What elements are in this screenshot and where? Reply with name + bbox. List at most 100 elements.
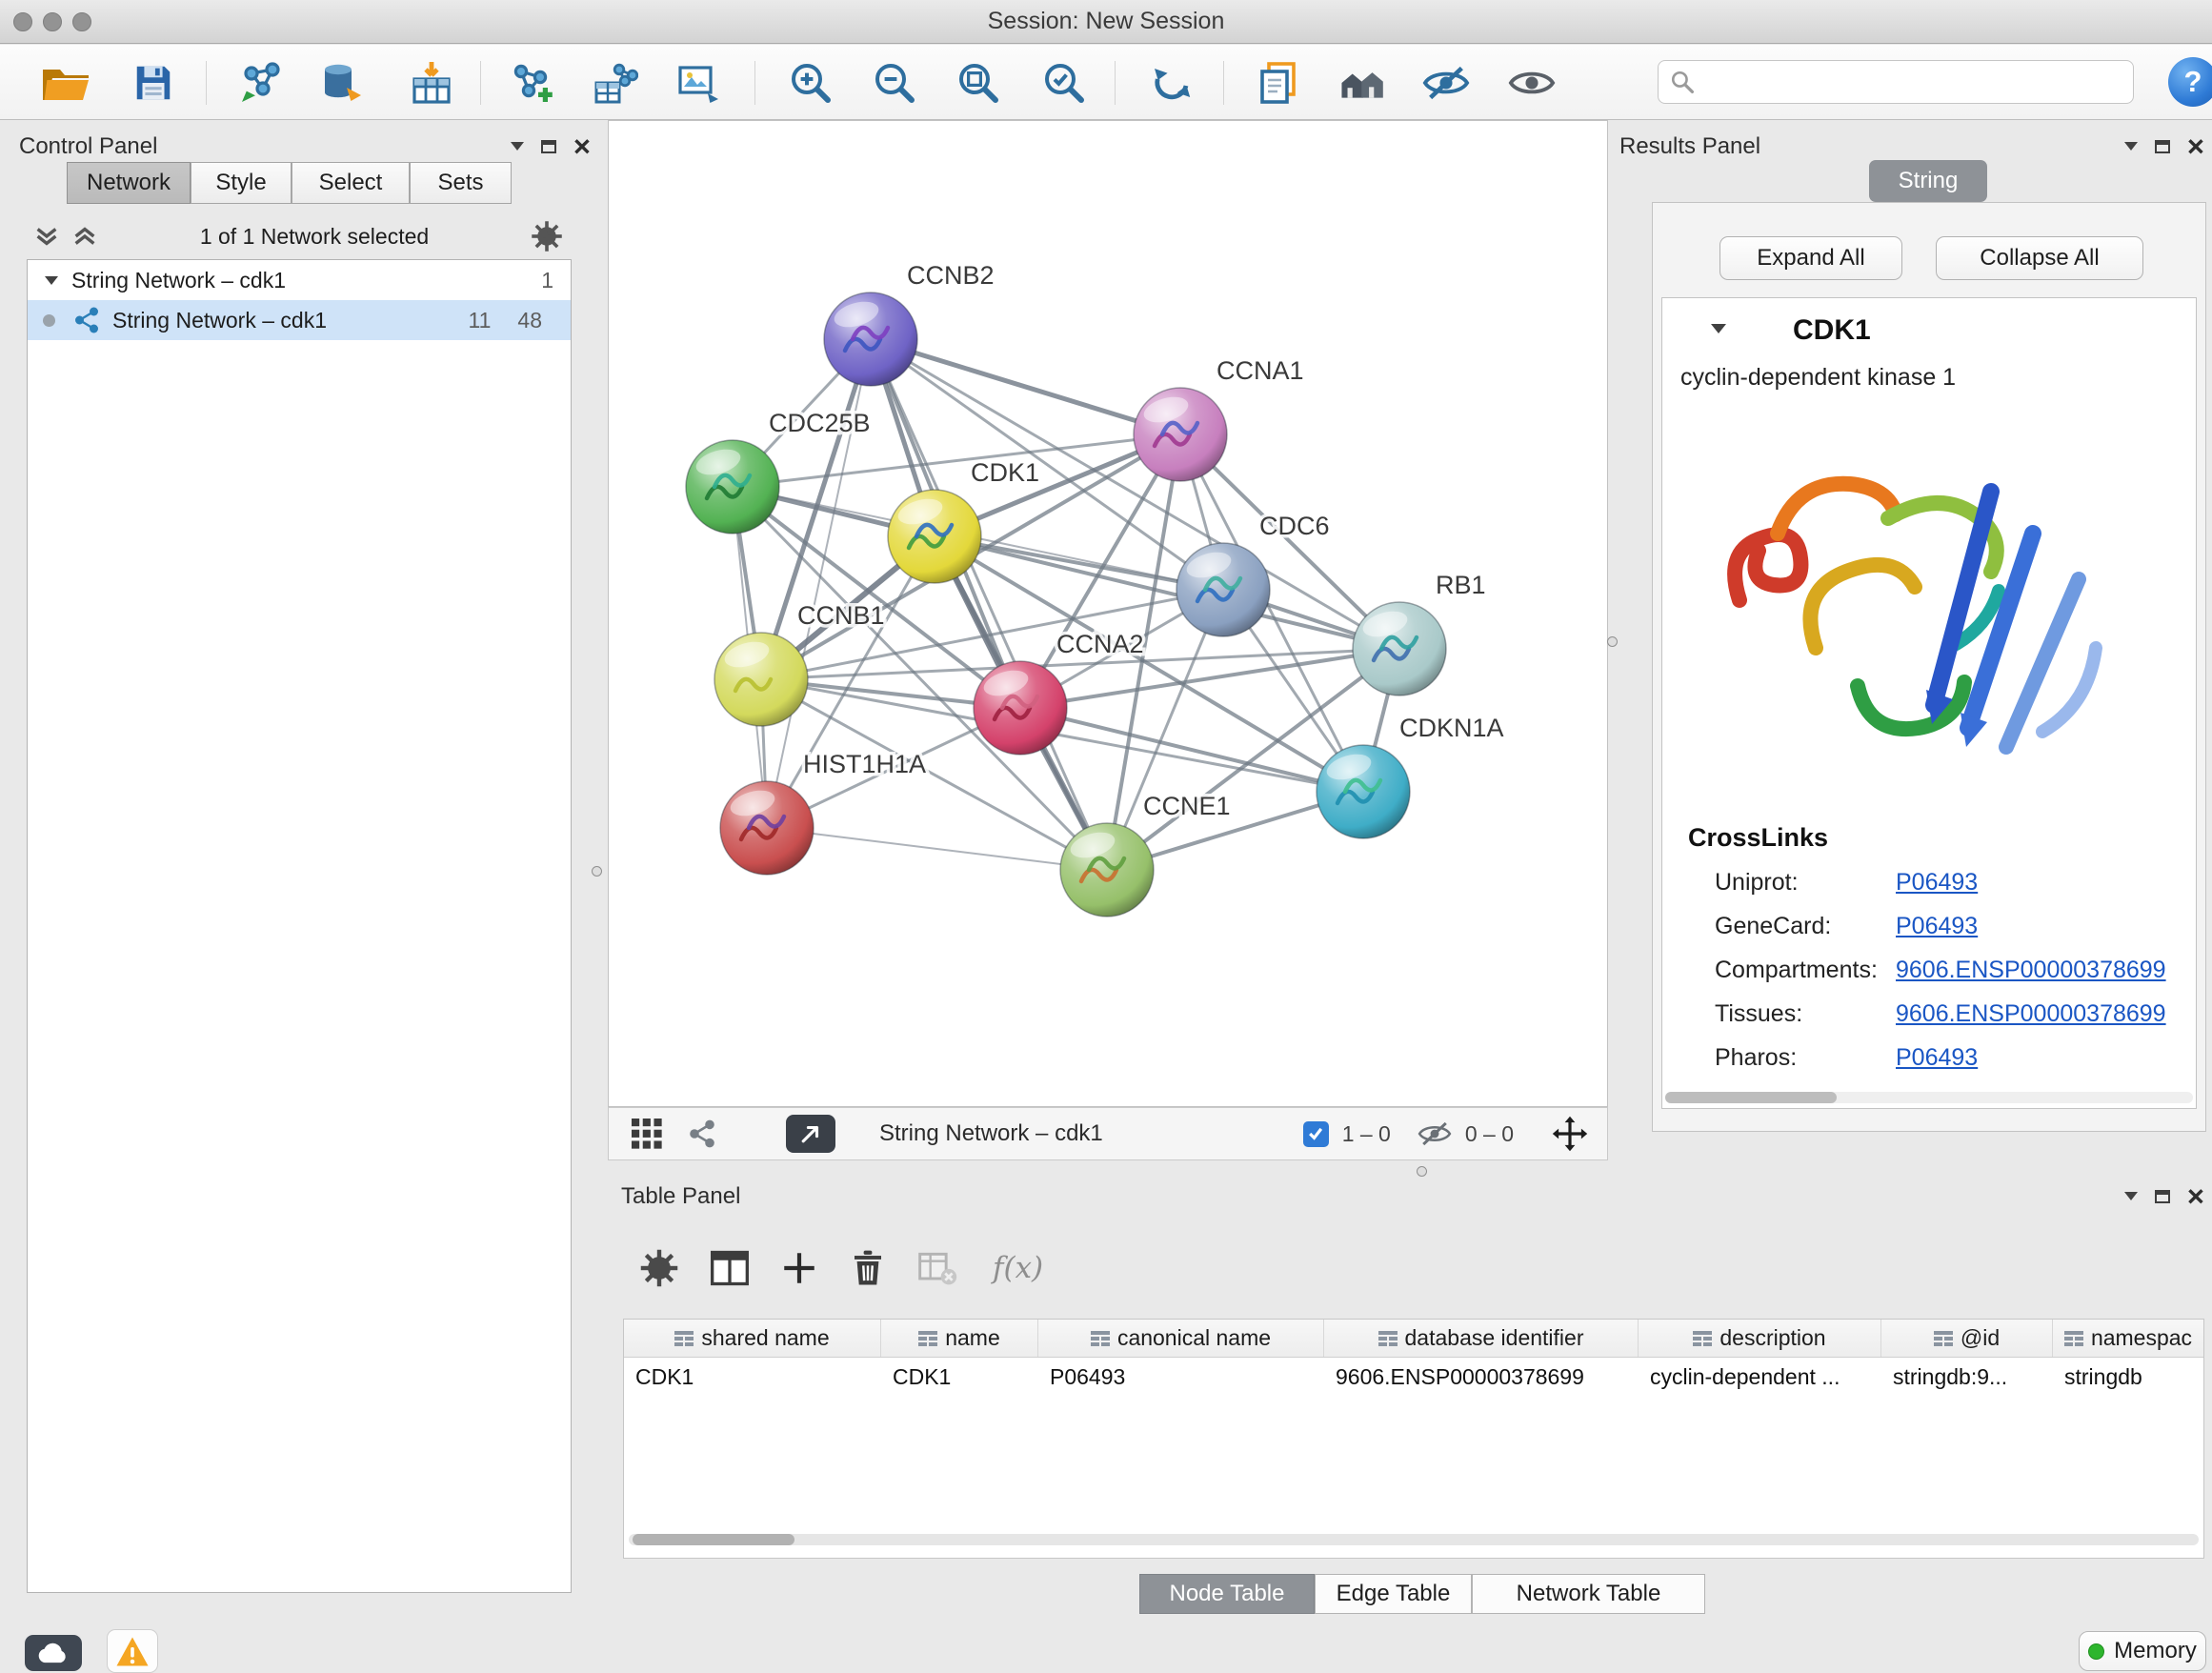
float-panel-icon[interactable] <box>2155 140 2170 153</box>
cell-id[interactable]: stringdb:9... <box>1881 1358 2053 1396</box>
network-view[interactable]: CCNB2CCNB2CCNA1CCNA1CDC25BCDC25BCDK1CDK1… <box>608 120 1608 1107</box>
network-node[interactable]: CDK1CDK1 <box>888 458 1039 583</box>
tab-node-table[interactable]: Node Table <box>1139 1574 1315 1614</box>
minimize-window-button[interactable] <box>43 12 62 31</box>
overview-button[interactable] <box>1336 55 1391 111</box>
import-network-database-button[interactable] <box>314 55 370 111</box>
network-node[interactable]: HIST1H1AHIST1H1A <box>720 750 926 875</box>
collapse-panel-icon[interactable] <box>511 142 524 151</box>
zoom-selected-button[interactable] <box>1036 55 1092 111</box>
gear-icon[interactable] <box>530 219 564 253</box>
crosslink-value[interactable]: 9606.ENSP00000378699 <box>1896 1000 2166 1028</box>
tab-network-table[interactable]: Network Table <box>1472 1574 1705 1614</box>
search-input[interactable] <box>1704 70 2122 95</box>
results-scrollbar-thumb[interactable] <box>1665 1092 1837 1103</box>
crosslink-value[interactable]: P06493 <box>1896 1044 1978 1072</box>
collapse-all-icon[interactable] <box>32 222 61 251</box>
network-edge[interactable] <box>767 828 1107 870</box>
zoom-fit-button[interactable] <box>951 55 1006 111</box>
tab-string-results[interactable]: String <box>1869 160 1987 202</box>
import-network-file-button[interactable] <box>233 55 289 111</box>
cell-namespace[interactable]: stringdb <box>2053 1358 2203 1396</box>
hidden-eye-slash-icon[interactable] <box>1418 1119 1452 1148</box>
close-panel-icon[interactable]: × <box>573 131 591 161</box>
splitter-handle[interactable] <box>592 866 602 877</box>
collapse-all-button[interactable]: Collapse All <box>1936 236 2143 280</box>
table-row[interactable]: CDK1 CDK1 P06493 9606.ENSP00000378699 cy… <box>624 1358 2203 1396</box>
network-edge[interactable] <box>871 339 1180 434</box>
network-node[interactable]: CDKN1ACDKN1A <box>1317 714 1504 838</box>
network-node[interactable]: CCNE1CCNE1 <box>1060 792 1231 917</box>
column-header[interactable]: name <box>881 1320 1038 1357</box>
cloud-sync-button[interactable] <box>25 1635 82 1671</box>
float-panel-icon[interactable] <box>2155 1190 2170 1203</box>
collapse-panel-icon[interactable] <box>2124 1192 2138 1200</box>
cell-canonical-name[interactable]: P06493 <box>1038 1358 1324 1396</box>
collapse-panel-icon[interactable] <box>2124 142 2138 151</box>
pan-crosshair-icon[interactable] <box>1552 1116 1588 1152</box>
function-builder-button[interactable]: f(x) <box>993 1251 1043 1285</box>
zoom-in-button[interactable] <box>783 55 838 111</box>
tab-sets[interactable]: Sets <box>410 162 512 204</box>
crosslink-value[interactable]: 9606.ENSP00000378699 <box>1896 957 2166 984</box>
warnings-button[interactable] <box>107 1629 158 1673</box>
column-header[interactable]: canonical name <box>1038 1320 1324 1357</box>
network-node[interactable]: CCNA1CCNA1 <box>1134 356 1304 481</box>
gene-section-collapse-icon[interactable] <box>1711 324 1726 333</box>
column-header[interactable]: @id <box>1881 1320 2053 1357</box>
column-header[interactable]: database identifier <box>1324 1320 1639 1357</box>
show-columns-icon[interactable] <box>709 1247 751 1289</box>
cell-name[interactable]: CDK1 <box>881 1358 1038 1396</box>
open-session-button[interactable] <box>38 55 93 111</box>
table-scrollbar-track[interactable] <box>629 1534 2199 1545</box>
tab-select[interactable]: Select <box>292 162 410 204</box>
snapshot-button[interactable] <box>1250 55 1305 111</box>
export-image-button[interactable] <box>672 55 727 111</box>
open-in-window-button[interactable] <box>786 1115 835 1153</box>
zoom-window-button[interactable] <box>72 12 91 31</box>
network-collection-row[interactable]: String Network – cdk1 1 <box>28 260 571 300</box>
zoom-out-button[interactable] <box>867 55 922 111</box>
crosslink-value[interactable]: P06493 <box>1896 869 1978 897</box>
show-all-button[interactable] <box>1504 55 1559 111</box>
float-panel-icon[interactable] <box>541 140 556 153</box>
selected-checkbox-icon[interactable] <box>1303 1121 1329 1147</box>
network-from-table-button[interactable] <box>588 55 643 111</box>
cell-database-identifier[interactable]: 9606.ENSP00000378699 <box>1324 1358 1639 1396</box>
expand-all-icon[interactable] <box>70 222 99 251</box>
save-session-button[interactable] <box>126 55 181 111</box>
splitter-handle[interactable] <box>1417 1166 1427 1177</box>
tab-style[interactable]: Style <box>191 162 292 204</box>
column-header[interactable]: description <box>1639 1320 1881 1357</box>
cell-description[interactable]: cyclin-dependent ... <box>1639 1358 1881 1396</box>
network-node[interactable]: CCNB1CCNB1 <box>714 601 885 726</box>
new-network-button[interactable] <box>505 55 560 111</box>
tree-expander-icon[interactable] <box>45 276 58 285</box>
column-header[interactable]: shared name <box>624 1320 881 1357</box>
cell-shared-name[interactable]: CDK1 <box>624 1358 881 1396</box>
add-column-icon[interactable] <box>779 1248 819 1288</box>
network-edge[interactable] <box>1020 708 1363 792</box>
import-table-button[interactable] <box>404 55 459 111</box>
hide-selected-button[interactable] <box>1418 55 1474 111</box>
network-canvas[interactable]: CCNB2CCNB2CCNA1CCNA1CDC25BCDC25BCDK1CDK1… <box>609 121 1607 1106</box>
expand-all-button[interactable]: Expand All <box>1719 236 1902 280</box>
results-scrollbar-track[interactable] <box>1665 1092 2193 1103</box>
table-scrollbar-thumb[interactable] <box>633 1534 794 1545</box>
help-button[interactable]: ? <box>2168 57 2212 107</box>
close-window-button[interactable] <box>13 12 32 31</box>
column-header[interactable]: namespac <box>2053 1320 2203 1357</box>
network-row-selected[interactable]: String Network – cdk1 11 48 <box>28 300 571 340</box>
splitter-handle[interactable] <box>1607 636 1618 647</box>
network-edge[interactable] <box>871 339 1107 870</box>
tab-edge-table[interactable]: Edge Table <box>1315 1574 1472 1614</box>
crosslink-value[interactable]: P06493 <box>1896 913 1978 940</box>
table-settings-gear-icon[interactable] <box>638 1247 680 1289</box>
birdseye-grid-icon[interactable] <box>632 1119 662 1149</box>
close-panel-icon[interactable]: × <box>2187 1181 2204 1211</box>
network-node[interactable]: RB1RB1 <box>1353 571 1486 695</box>
refresh-layout-button[interactable] <box>1144 55 1199 111</box>
delete-column-icon[interactable] <box>848 1247 888 1289</box>
tab-network[interactable]: Network <box>67 162 191 204</box>
memory-button[interactable]: Memory <box>2079 1631 2206 1671</box>
